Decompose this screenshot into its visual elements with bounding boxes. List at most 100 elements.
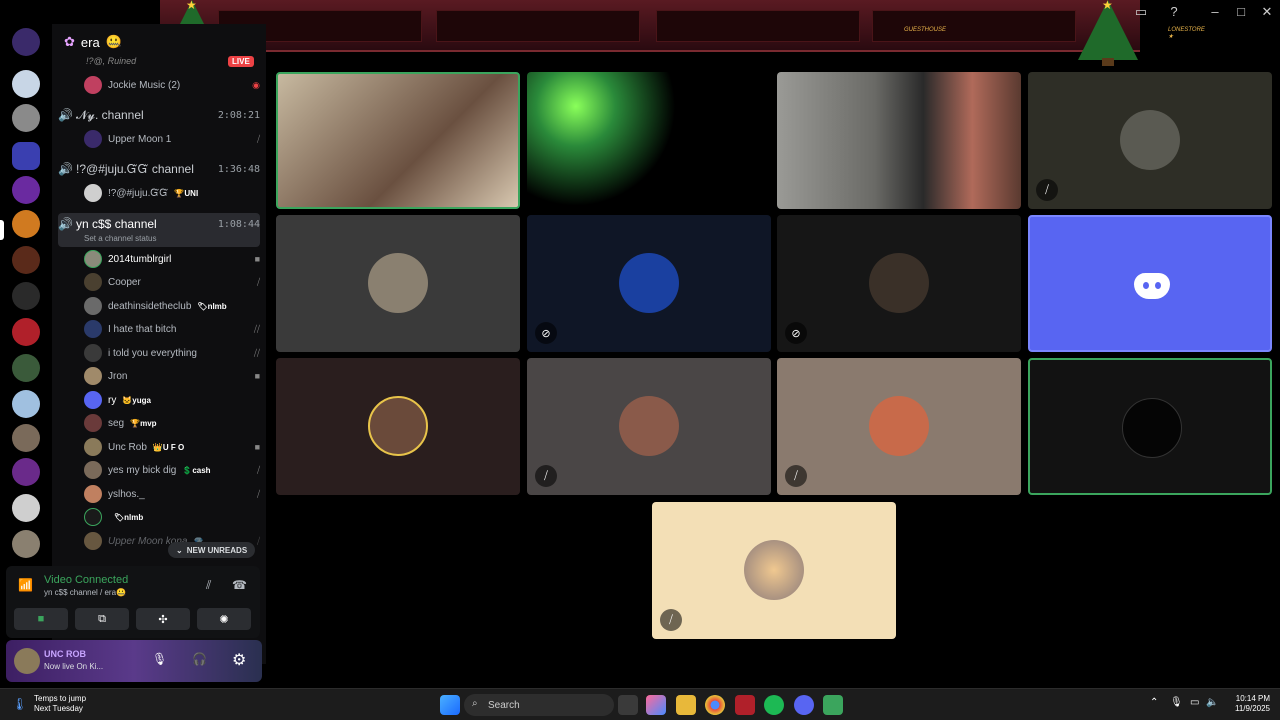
server-icon[interactable] [12,210,40,238]
list-item[interactable]: Upper Moon 1 ⧸ [84,128,260,150]
gear-icon[interactable]: ⚙ [232,650,246,670]
video-tile[interactable] [527,72,771,209]
muted-icon: ⊘ [785,322,807,344]
server-icon[interactable] [12,176,40,204]
server-icon[interactable] [12,458,40,486]
list-item[interactable]: Cooper ⧸ [84,271,260,293]
avatar[interactable] [14,648,40,674]
voice-status-subtitle[interactable]: yn c$$ channel / era🤐 [44,588,126,597]
server-icon[interactable] [12,104,40,132]
close-icon[interactable]: ✕ [1256,4,1278,20]
star-icon: ★ [1102,0,1113,12]
search-box[interactable]: ⌕ Search [464,694,614,716]
voice-channel[interactable]: 🔊 !?@#juju.ᏳᏳ channel 1:36:48 [58,158,260,180]
video-tile[interactable] [1028,215,1272,352]
channel-timer: 1:08:44 [217,218,260,230]
voice-channel-active[interactable]: 🔊 yn c$$ channel 1:08:44 [58,213,260,235]
member-tag: 👑U F O [152,442,185,452]
video-tile[interactable] [276,358,520,495]
muted-icon: ⊘ [535,322,557,344]
noise-suppression-icon[interactable]: ⫽ [206,578,211,593]
copilot-icon[interactable] [646,695,666,715]
video-tile[interactable]: ⧸ [527,358,771,495]
minimize-icon[interactable]: – [1204,4,1226,19]
list-item[interactable]: ry 🐱yuga [84,389,260,411]
server-icon[interactable] [12,354,40,382]
list-item[interactable]: I hate that bitch ⧸⧸ [84,318,260,340]
discord-icon[interactable] [794,695,814,715]
list-item[interactable]: Jron ■ [84,365,260,387]
server-icon[interactable] [12,318,40,346]
member-name: Upper Moon 1 [108,133,172,145]
activities-button[interactable]: ✣ [136,608,190,630]
deafened-icon: ⧸ [256,488,260,499]
avatar [84,250,102,268]
app-icon[interactable] [735,695,755,715]
network-icon[interactable]: ▭ [1190,697,1199,708]
maximize-icon[interactable]: □ [1230,4,1252,19]
volume-icon[interactable]: 🔈 [1206,697,1218,708]
video-tile[interactable]: ⊘ [777,215,1021,352]
avatar [84,297,102,315]
chrome-icon[interactable] [705,695,725,715]
member-name: Jockie Music (2) [108,79,181,91]
server-icon[interactable] [12,424,40,452]
video-tile[interactable] [777,72,1021,209]
server-icon[interactable] [12,246,40,274]
server-icon[interactable] [12,282,40,310]
banner-panel [656,10,860,42]
channel-status[interactable]: Set a channel status [84,234,157,243]
file-explorer-icon[interactable] [676,695,696,715]
task-view-icon[interactable] [618,695,638,715]
disconnect-icon[interactable]: ☎ [232,578,247,592]
folder-icon[interactable] [12,142,40,170]
deafened-icon: ⧸⧸ [253,347,260,358]
server-icon[interactable] [12,70,40,98]
clock[interactable]: 10:14 PM 11/9/2025 [1222,694,1270,714]
list-item[interactable]: Unc Rob 👑U F O ■ [84,436,260,458]
windows-start-icon[interactable] [440,695,460,715]
list-item[interactable]: i told you everything ⧸⧸ [84,342,260,364]
list-item[interactable]: seg 🏆mvp [84,412,260,434]
video-tile[interactable]: ⧸ [652,502,896,639]
new-unreads-pill[interactable]: ⌄ NEW UNREADS [168,542,256,558]
server-icon[interactable] [12,28,40,56]
list-item[interactable]: yes my bick dig 💲cash ⧸ [84,459,260,481]
list-item[interactable]: Jockie Music (2) ◉ [84,74,260,96]
inbox-icon[interactable]: ▭ [1130,4,1152,20]
video-button[interactable]: ■ [14,608,68,630]
voice-channel[interactable]: 🔊 𝓝𝔂. channel 2:08:21 [58,104,260,126]
server-icon[interactable] [12,494,40,522]
server-emoji: 🤐 [105,34,122,49]
member-tag: 🏷nlmb [197,301,227,311]
list-item[interactable]: !?@#juju.ᏳᏳ 🏆UNI [84,182,260,204]
video-tile[interactable] [1028,358,1272,495]
soundboard-button[interactable]: ✺ [197,608,251,630]
username[interactable]: UNC ROB [44,649,86,659]
spotify-icon[interactable] [764,695,784,715]
video-tile[interactable]: ⧸ [1028,72,1272,209]
list-item[interactable]: 2014tumblrgirl ■ [84,248,260,270]
server-icon[interactable] [12,530,40,558]
help-icon[interactable]: ? [1163,4,1185,19]
microphone-icon[interactable]: 🎙 [152,652,167,666]
voice-status-title[interactable]: Video Connected [44,574,128,586]
server-icon[interactable] [12,390,40,418]
headphones-icon[interactable]: 🎧 [192,652,207,666]
server-header[interactable]: ✿ era 🤐 [58,30,258,54]
speaker-icon: 🔊 [58,162,73,176]
screen-share-button[interactable]: ⧉ [75,608,129,630]
list-item[interactable]: deathinsidetheclub 🏷nlmb [84,295,260,317]
app-icon[interactable] [823,695,843,715]
chevron-up-icon[interactable]: ⌃ [1150,697,1158,708]
star-icon: ★ [186,0,197,12]
video-tile[interactable] [276,215,520,352]
list-item[interactable]: 🏷nlmb [84,506,260,528]
list-item[interactable]: yslhos._ ⧸ [84,483,260,505]
video-tile[interactable]: ⊘ [527,215,771,352]
weather-widget[interactable]: Temps to jump Next Tuesday [34,694,86,714]
video-tile[interactable]: ⧸ [777,358,1021,495]
microphone-icon[interactable]: 🎙 [1170,697,1183,708]
banner-right-text: LONESTORE ★ [1168,27,1205,40]
video-tile[interactable] [276,72,520,209]
